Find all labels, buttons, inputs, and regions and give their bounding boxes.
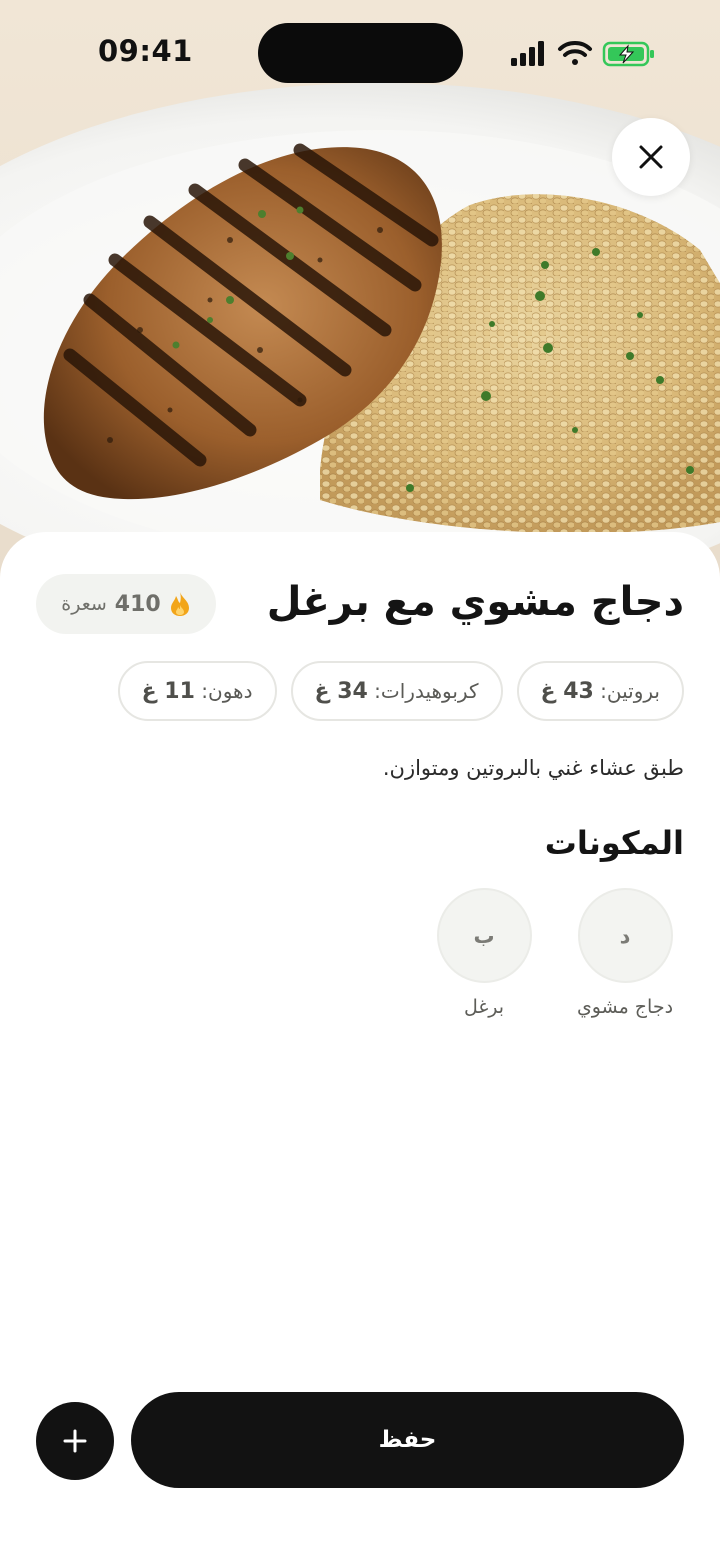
status-time: 09:41 [98, 34, 193, 68]
meal-title: دجاج مشوي مع برغل [266, 579, 684, 625]
ingredient-item[interactable]: د دجاج مشوي [565, 888, 685, 1018]
calories-badge: 410 سعرة [36, 574, 216, 634]
battery-charging-icon [602, 41, 654, 67]
macro-label: بروتين: [600, 679, 660, 703]
calories-value: 410 [114, 591, 161, 617]
dynamic-island [258, 23, 463, 83]
macro-value: 11 غ [141, 678, 195, 704]
macro-label: كربوهيدرات: [374, 679, 479, 703]
ingredient-avatar: ب [436, 888, 532, 983]
calories-unit: سعرة [61, 593, 107, 615]
macros-row: بروتين: 43 غ كربوهيدرات: 34 غ دهون: 11 غ [117, 661, 684, 721]
macro-value: 43 غ [540, 678, 594, 704]
flame-icon [170, 592, 189, 616]
status-bar: 09:41 [0, 0, 720, 108]
macro-label: دهون: [201, 679, 253, 703]
macro-protein: بروتين: 43 غ [516, 661, 684, 721]
status-icons [509, 38, 659, 70]
plus-icon [63, 1429, 87, 1453]
save-button[interactable]: حفظ [131, 1392, 684, 1488]
ingredient-item[interactable]: ب برغل [424, 888, 544, 1018]
ingredients-title: المكونات [544, 824, 684, 862]
close-button[interactable] [612, 118, 690, 196]
macro-value: 34 غ [314, 678, 368, 704]
wifi-icon [558, 41, 592, 65]
ingredient-name: برغل [463, 996, 505, 1018]
meal-description: طبق عشاء غني بالبروتين ومتوازن. [382, 756, 684, 780]
signal-icon [511, 41, 544, 66]
macro-fat: دهون: 11 غ [117, 661, 277, 721]
macro-carbs: كربوهيدرات: 34 غ [290, 661, 503, 721]
ingredient-avatar: د [577, 888, 673, 983]
close-icon [639, 145, 663, 169]
add-button[interactable] [36, 1402, 114, 1480]
ingredient-name: دجاج مشوي [576, 996, 674, 1018]
